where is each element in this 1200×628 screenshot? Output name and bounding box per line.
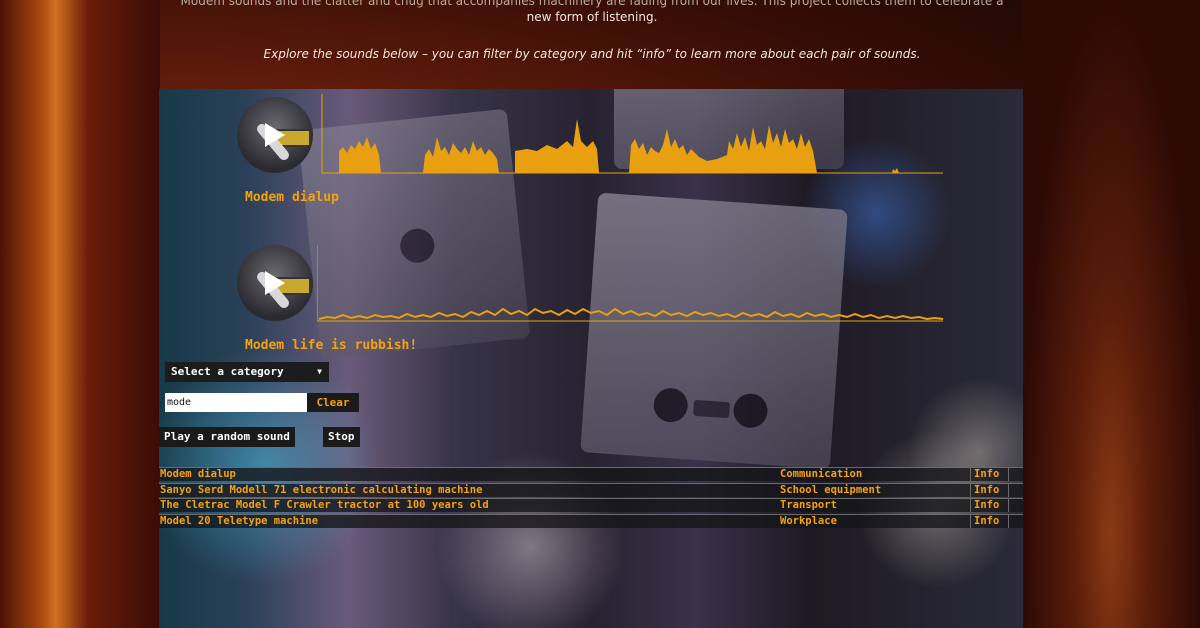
random-sound-button[interactable]: Play a random sound [159,427,295,447]
row-category: Transport [780,499,837,511]
background-left [0,0,160,628]
clear-button[interactable]: Clear [307,393,359,412]
play-icon[interactable] [265,123,285,147]
table-row[interactable]: Model 20 Teletype machine Workplace Info [159,513,1023,528]
intro-line-2: new form of listening. [526,10,658,24]
search-input[interactable] [165,393,307,412]
info-button[interactable]: Info [970,499,1009,512]
background-right [1022,0,1200,628]
category-select-label: Select a category [171,365,284,378]
info-button[interactable]: Info [970,468,1009,481]
stop-button[interactable]: Stop [323,427,360,447]
sound-thumbnail[interactable] [237,245,313,321]
info-button[interactable]: Info [970,483,1009,497]
waveform [321,94,943,174]
row-name[interactable]: The Cletrac Model F Crawler tractor at 1… [160,499,489,512]
sound-thumbnail[interactable] [237,97,313,173]
sound-title: Modem life is rubbish! [245,338,418,353]
sound-item: Modem life is rubbish! [237,237,945,357]
play-icon[interactable] [265,271,285,295]
row-category: Communication [780,468,863,480]
category-select[interactable]: Select a category ▼ [165,362,329,382]
row-category: Workplace [780,514,837,527]
table-row[interactable]: Sanyo Serd Modell 71 electronic calculat… [159,482,1023,497]
sound-title: Modem dialup [245,190,339,205]
sound-panel: Modem dialup Modem life is rubbish! Sele… [159,89,1023,628]
intro-line-1: Modem sounds and the clatter and chug th… [180,0,1004,8]
info-button[interactable]: Info [970,514,1009,528]
table-row[interactable]: Modem dialup Communication Info [159,467,1023,481]
row-name[interactable]: Sanyo Serd Modell 71 electronic calculat… [160,484,482,497]
caret-down-icon: ▼ [317,367,322,376]
sound-item: Modem dialup [237,89,945,209]
waveform [317,245,944,322]
row-name[interactable]: Modem dialup [160,468,236,481]
row-category: School equipment [780,483,882,496]
row-name[interactable]: Model 20 Teletype machine [160,515,318,528]
table-row[interactable]: The Cletrac Model F Crawler tractor at 1… [159,498,1023,512]
intro-line-3: Explore the sounds below – you can filte… [263,47,921,61]
sounds-table: Modem dialup Communication Info Sanyo Se… [159,467,1023,529]
